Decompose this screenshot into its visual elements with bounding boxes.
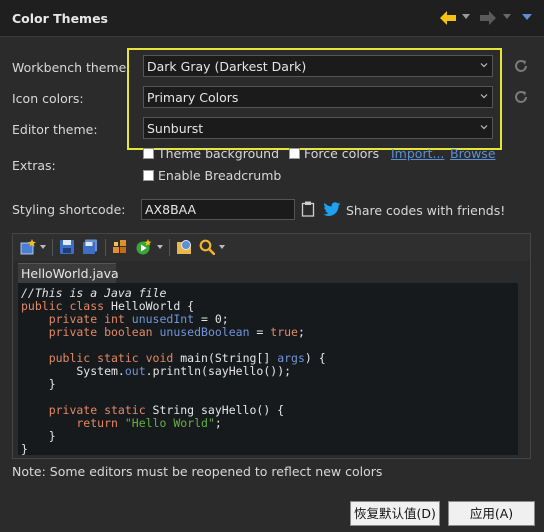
theme-background-label: Theme background	[158, 146, 280, 161]
clipboard-icon[interactable]	[301, 201, 315, 217]
editor-theme-label: Editor theme:	[12, 122, 98, 137]
run-dropdown[interactable]	[157, 245, 163, 249]
arrow-right-icon	[480, 11, 496, 25]
shortcode-value: AX8BAA	[145, 202, 197, 217]
forward-button[interactable]	[478, 8, 498, 28]
keyword: private static	[21, 403, 146, 417]
toolbar-separator	[105, 239, 106, 256]
editor-preview: HelloWorld.java //This is a Java file pu…	[12, 233, 531, 459]
code-text: String sayHello() {	[145, 403, 285, 417]
code-line: System.out.println(sayHello());	[21, 365, 291, 378]
keyword: private int	[21, 312, 132, 326]
styling-shortcode-label: Styling shortcode:	[12, 202, 126, 217]
toolbar-separator	[52, 239, 53, 256]
share-codes-text: Share codes with friends!	[346, 203, 506, 218]
search-icon[interactable]	[199, 239, 215, 255]
preview-toolbar	[13, 234, 530, 261]
back-history-caret[interactable]	[462, 14, 470, 19]
code-text: System.	[21, 364, 125, 378]
save-all-icon[interactable]	[82, 239, 98, 255]
force-colors-label: Force colors	[304, 146, 380, 161]
apply-button[interactable]: 应用(A)	[448, 501, 535, 526]
icon-colors-label: Icon colors:	[12, 91, 84, 106]
keyword: public class	[21, 299, 105, 313]
toolbar-separator	[169, 239, 170, 256]
force-colors-checkbox[interactable]	[289, 148, 300, 159]
keyword: true	[270, 325, 298, 339]
forward-history-caret[interactable]	[503, 14, 511, 19]
code-line: }	[21, 377, 56, 391]
code-text: ;	[214, 416, 222, 430]
tab-label: HelloWorld.java	[21, 266, 119, 281]
field-name: unusedInt	[131, 312, 195, 326]
code-line: private boolean unusedBoolean = true;	[21, 326, 305, 339]
chevron-down-icon[interactable]	[522, 14, 532, 20]
selection-highlight	[127, 48, 502, 150]
refresh-icon[interactable]	[513, 58, 529, 74]
shortcode-input[interactable]: AX8BAA	[141, 199, 295, 220]
param-name: args	[277, 351, 305, 365]
save-icon[interactable]	[59, 239, 75, 255]
import-link[interactable]: Import...	[391, 146, 444, 161]
browse-link[interactable]: Browse	[450, 146, 496, 161]
keyword: public static void	[21, 351, 174, 365]
reopen-note: Note: Some editors must be reopened to r…	[12, 464, 383, 479]
keyword: private boolean	[21, 325, 160, 339]
search-dropdown[interactable]	[219, 245, 225, 249]
code-editor[interactable]: //This is a Java file public class Hello…	[18, 283, 518, 456]
restore-defaults-button[interactable]: 恢复默认值(D)	[350, 501, 440, 526]
code-text: ) {	[304, 351, 326, 365]
code-text: =	[249, 325, 271, 339]
extras-label: Extras:	[12, 158, 56, 173]
dialog-header: Color Themes	[0, 0, 544, 37]
code-text: main(String[]	[173, 351, 278, 365]
run-icon[interactable]	[136, 239, 152, 255]
refresh-icon[interactable]	[513, 89, 529, 105]
code-text: HelloWorld {	[104, 299, 195, 313]
page-title: Color Themes	[12, 11, 108, 26]
field-name: unusedBoolean	[159, 325, 250, 339]
string-literal: "Hello World"	[124, 416, 215, 430]
code-text: .println(sayHello());	[145, 364, 292, 378]
field-name: out	[124, 364, 146, 378]
code-line: }	[21, 442, 28, 456]
code-text: = 0;	[194, 312, 229, 326]
tab-helloworld-java[interactable]: HelloWorld.java	[18, 263, 119, 284]
back-button[interactable]	[438, 8, 458, 28]
debug-icon[interactable]	[176, 239, 192, 255]
code-text: ;	[297, 325, 305, 339]
twitter-icon[interactable]	[323, 202, 341, 217]
theme-background-checkbox[interactable]	[143, 148, 154, 159]
new-file-dropdown[interactable]	[40, 245, 46, 249]
workbench-theme-label: Workbench theme:	[12, 60, 131, 75]
enable-breadcrumb-checkbox[interactable]	[143, 170, 154, 181]
keyword: return	[21, 416, 125, 430]
build-icon[interactable]	[112, 239, 128, 255]
new-file-icon[interactable]	[20, 239, 36, 255]
enable-breadcrumb-label: Enable Breadcrumb	[158, 168, 282, 183]
arrow-left-icon	[440, 11, 456, 25]
